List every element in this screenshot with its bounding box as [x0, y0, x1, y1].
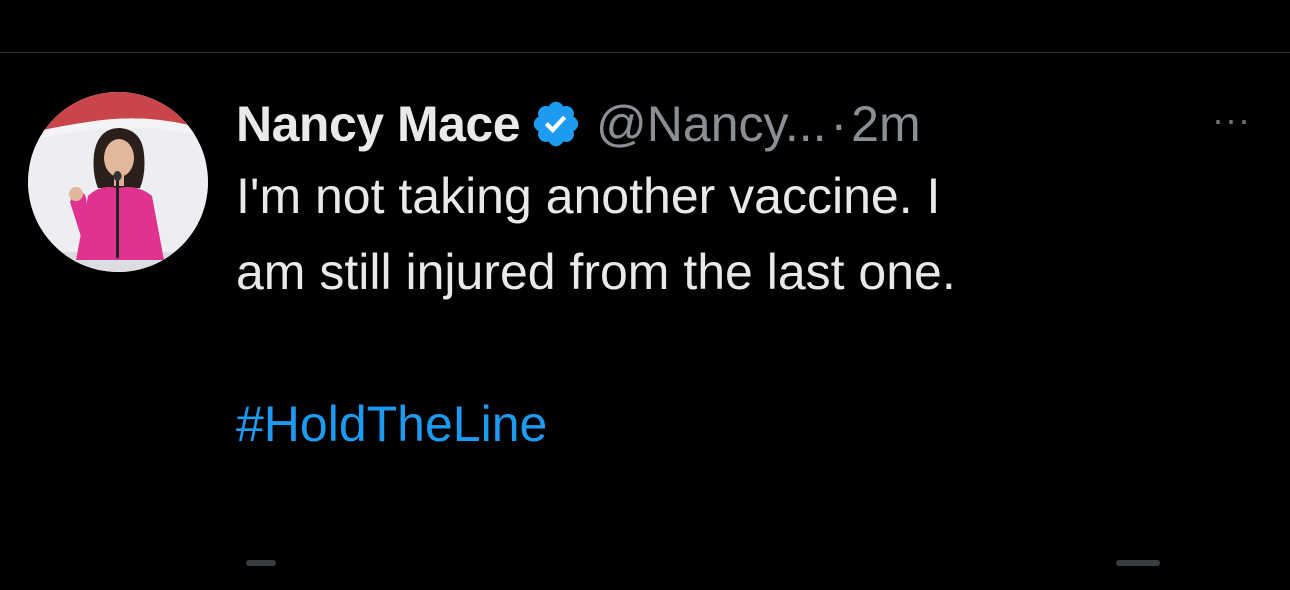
hashtag-link[interactable]: #HoldTheLine — [236, 386, 1236, 462]
reply-icon[interactable] — [246, 560, 276, 566]
share-icon[interactable] — [1116, 560, 1160, 566]
author-handle[interactable]: @Nancy... — [596, 95, 826, 153]
tweet-timestamp[interactable]: 2m — [851, 95, 920, 153]
tweet-header: Nancy Mace @Nancy... · 2m — [236, 92, 1236, 156]
tweet-text-line: am still injured from the last one. — [236, 244, 956, 300]
author-display-name[interactable]: Nancy Mace — [236, 95, 521, 153]
tweet-text-line: I'm not taking another vaccine. I — [236, 168, 941, 224]
separator-dot: · — [830, 96, 848, 152]
avatar[interactable] — [28, 92, 208, 272]
verified-badge-icon — [530, 98, 582, 150]
more-horizontal-icon[interactable]: ··· — [1212, 102, 1251, 138]
avatar-photo — [28, 92, 208, 272]
tweet-content: Nancy Mace @Nancy... · 2m I'm not taking… — [236, 92, 1236, 462]
tweet-text: I'm not taking another vaccine. I am sti… — [236, 158, 1196, 310]
